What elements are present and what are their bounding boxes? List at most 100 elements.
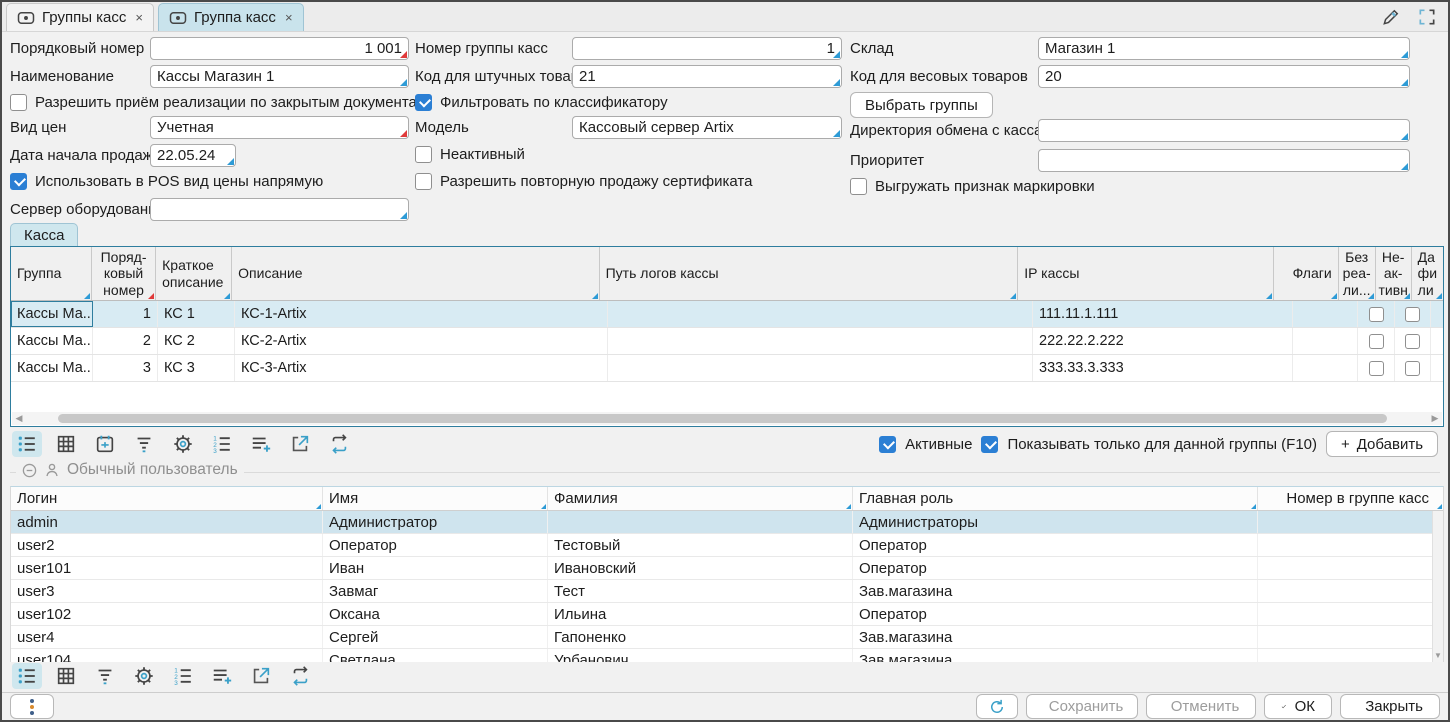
allow-closed-docs-checkbox[interactable] [10, 94, 27, 111]
scroll-left-arrow[interactable]: ◀ [12, 413, 26, 424]
active-filter-checkbox[interactable] [879, 436, 896, 453]
tab-kassa[interactable]: Касса [10, 223, 78, 246]
seq-number-input[interactable]: 1 001 [150, 37, 409, 60]
price-type-input[interactable]: Учетная [150, 116, 409, 139]
add-row-icon[interactable] [246, 431, 276, 457]
col-no-realization[interactable]: Без реа- ли... [1339, 247, 1376, 300]
numbered-list-icon[interactable]: 123 [207, 431, 237, 457]
cell-first-name[interactable]: Иван [323, 557, 548, 579]
cell-short[interactable]: КС 3 [158, 355, 235, 381]
cash-row-3[interactable]: Кассы Ма... 3 КС 3 КС-3-Artix 333.33.3.3… [11, 355, 1443, 382]
cell-num[interactable]: 2 [93, 328, 158, 354]
cell-last-name[interactable] [548, 511, 853, 533]
group-number-input[interactable]: 1 [572, 37, 842, 60]
cell-first-name[interactable]: Администратор [323, 511, 548, 533]
user-row-6[interactable]: user4 Сергей Гапоненко Зав.магазина [11, 626, 1443, 649]
grid-view-icon[interactable] [51, 431, 81, 457]
cell-desc[interactable]: КС-3-Artix [235, 355, 608, 381]
cell-num[interactable]: 3 [93, 355, 158, 381]
cell-first-name[interactable]: Оксана [323, 603, 548, 625]
priority-input[interactable] [1038, 149, 1410, 172]
only-group-filter-checkbox[interactable] [981, 436, 998, 453]
cell-main-role[interactable]: Зав.магазина [853, 580, 1258, 602]
cell-main-role[interactable]: Администраторы [853, 511, 1258, 533]
cell-login[interactable]: user102 [11, 603, 323, 625]
allow-cert-resale-checkbox[interactable] [415, 173, 432, 190]
col-login[interactable]: Логин [11, 487, 323, 510]
cell-number[interactable] [1258, 580, 1443, 602]
list-view-icon[interactable] [12, 663, 42, 689]
cell-flags[interactable] [1293, 355, 1358, 381]
use-pos-price-checkbox[interactable] [10, 173, 27, 190]
user-row-3[interactable]: user101 Иван Ивановский Оператор [11, 557, 1443, 580]
menu-kebab-button[interactable] [10, 694, 54, 719]
cell-last-name[interactable]: Урбанович [548, 649, 853, 662]
name-input[interactable]: Кассы Магазин 1 [150, 65, 409, 88]
cell-flags[interactable] [1293, 328, 1358, 354]
inactive-checkbox[interactable] [1405, 361, 1420, 376]
user-row-4[interactable]: user3 Завмаг Тест Зав.магазина [11, 580, 1443, 603]
inactive-checkbox[interactable] [1405, 307, 1420, 322]
cell-short[interactable]: КС 1 [158, 301, 235, 327]
cell-login[interactable]: user101 [11, 557, 323, 579]
col-seq-number[interactable]: Поряд- ковый номер [92, 247, 156, 300]
col-last-name[interactable]: Фамилия [548, 487, 853, 510]
no-real-checkbox[interactable] [1369, 361, 1384, 376]
cell-login[interactable]: user2 [11, 534, 323, 556]
col-inactive[interactable]: Не- ак- тивн [1376, 247, 1412, 300]
cell-number[interactable] [1258, 557, 1443, 579]
cell-desc[interactable]: КС-2-Artix [235, 328, 608, 354]
cell-main-role[interactable]: Оператор [853, 534, 1258, 556]
no-real-checkbox[interactable] [1369, 334, 1384, 349]
cell-log[interactable] [608, 301, 1033, 327]
cell-main-role[interactable]: Оператор [853, 603, 1258, 625]
open-external-icon[interactable] [285, 431, 315, 457]
ok-button[interactable]: ОК [1264, 694, 1332, 719]
cell-log[interactable] [608, 355, 1033, 381]
cell-first-name[interactable]: Светлана [323, 649, 548, 662]
col-main-role[interactable]: Главная роль [853, 487, 1258, 510]
filter-by-classifier-checkbox[interactable] [415, 94, 432, 111]
cell-last-name[interactable]: Ивановский [548, 557, 853, 579]
inactive-checkbox[interactable] [1405, 334, 1420, 349]
collapse-icon[interactable] [22, 463, 37, 478]
tab-close-icon[interactable]: × [285, 10, 293, 25]
cell-number[interactable] [1258, 649, 1443, 662]
no-real-checkbox[interactable] [1369, 307, 1384, 322]
exchange-dir-input[interactable] [1038, 119, 1410, 142]
reload-icon[interactable] [285, 663, 315, 689]
cancel-button[interactable]: Отменить [1146, 694, 1256, 719]
tab-close-icon[interactable]: × [135, 10, 143, 25]
cell-last-name[interactable]: Тест [548, 580, 853, 602]
inactive-checkbox[interactable] [415, 146, 432, 163]
gear-icon[interactable] [168, 431, 198, 457]
weight-goods-code-input[interactable]: 20 [1038, 65, 1410, 88]
col-flags[interactable]: Флаги [1274, 247, 1338, 300]
cell-number[interactable] [1258, 603, 1443, 625]
user-row-2[interactable]: user2 Оператор Тестовый Оператор [11, 534, 1443, 557]
cell-group[interactable]: Кассы Ма... [11, 328, 93, 354]
filter-icon[interactable] [90, 663, 120, 689]
filter-icon[interactable] [129, 431, 159, 457]
warehouse-input[interactable]: Магазин 1 [1038, 37, 1410, 60]
cell-number[interactable] [1258, 626, 1443, 648]
cell-group[interactable]: Кассы Ма... [11, 355, 93, 381]
calendar-icon[interactable] [90, 431, 120, 457]
col-number-in-group[interactable]: Номер в группе касс [1258, 487, 1443, 510]
scroll-right-arrow[interactable]: ▶ [1428, 413, 1442, 424]
cell-first-name[interactable]: Оператор [323, 534, 548, 556]
close-button[interactable]: Закрыть [1340, 694, 1440, 719]
col-short-desc[interactable]: Краткое описание [156, 247, 232, 300]
cell-main-role[interactable]: Оператор [853, 557, 1258, 579]
cell-login[interactable]: user3 [11, 580, 323, 602]
cell-first-name[interactable]: Завмаг [323, 580, 548, 602]
tab-cash-group-active[interactable]: Группа касс × [158, 3, 304, 31]
refresh-button[interactable] [976, 694, 1018, 719]
add-button[interactable]: + Добавить [1326, 431, 1438, 457]
edit-pencil-icon[interactable] [1378, 5, 1404, 29]
cell-first-name[interactable]: Сергей [323, 626, 548, 648]
open-external-icon[interactable] [246, 663, 276, 689]
cell-main-role[interactable]: Зав.магазина [853, 626, 1258, 648]
vertical-scrollbar[interactable]: ▼ [1432, 511, 1443, 662]
cell-short[interactable]: КС 2 [158, 328, 235, 354]
